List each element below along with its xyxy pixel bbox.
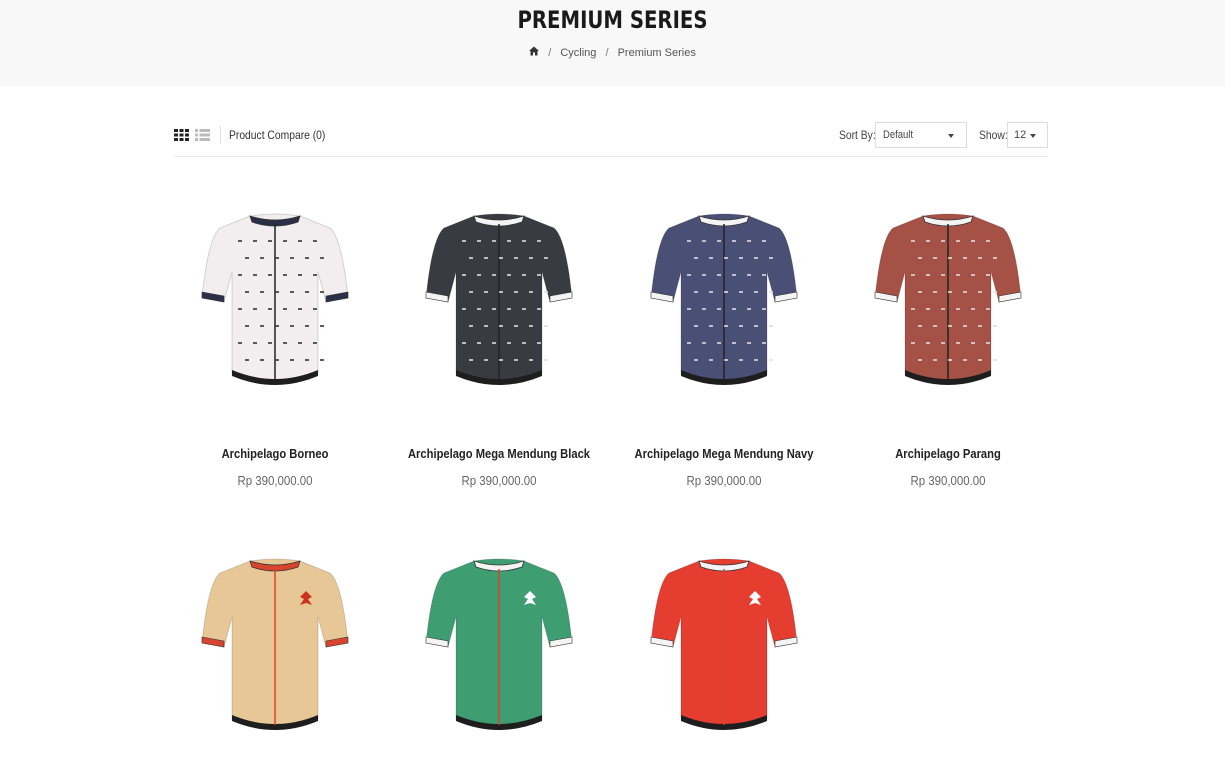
breadcrumb: / Cycling / Premium Series bbox=[0, 46, 1225, 59]
page-header: PREMIUM SERIES / Cycling / Premium Serie… bbox=[0, 0, 1225, 86]
chevron-down-icon bbox=[1030, 134, 1036, 138]
home-icon[interactable] bbox=[529, 46, 540, 59]
product-name[interactable]: Archipelago Mega Mendung Navy bbox=[621, 446, 827, 461]
breadcrumb-current: Premium Series bbox=[617, 46, 696, 59]
breadcrumb-link-cycling[interactable]: Cycling bbox=[560, 47, 596, 59]
product-image[interactable] bbox=[639, 555, 809, 745]
product-name[interactable]: Archipelago Parang bbox=[845, 446, 1051, 461]
page-title: PREMIUM SERIES bbox=[517, 6, 708, 34]
grid-view-icon[interactable] bbox=[174, 129, 189, 141]
product-image[interactable] bbox=[190, 555, 360, 745]
toolbar-divider bbox=[220, 126, 221, 144]
product-image[interactable] bbox=[639, 210, 809, 400]
show-label: Show: bbox=[979, 128, 1008, 142]
sort-label: Sort By: bbox=[839, 128, 876, 142]
product-price: Rp 390,000.00 bbox=[910, 473, 986, 488]
show-select[interactable]: 12 bbox=[1007, 122, 1048, 148]
product-name[interactable]: Archipelago Borneo bbox=[172, 446, 378, 461]
sort-select[interactable]: Default bbox=[875, 122, 967, 148]
sort-select-value: Default bbox=[883, 129, 913, 141]
product-image[interactable] bbox=[863, 210, 1033, 400]
product-name[interactable]: Archipelago Mega Mendung Black bbox=[396, 446, 602, 461]
product-image[interactable] bbox=[414, 555, 584, 745]
product-price: Rp 390,000.00 bbox=[686, 473, 762, 488]
product-image[interactable] bbox=[414, 210, 584, 400]
show-select-value: 12 bbox=[1014, 129, 1027, 141]
product-toolbar: Product Compare (0) Sort By: Default Sho… bbox=[174, 122, 1048, 157]
product-compare-link[interactable]: Product Compare (0) bbox=[229, 128, 325, 142]
list-view-icon[interactable] bbox=[195, 129, 210, 141]
product-price: Rp 390,000.00 bbox=[461, 473, 537, 488]
product-image[interactable] bbox=[190, 210, 360, 400]
chevron-down-icon bbox=[948, 134, 954, 138]
breadcrumb-separator: / bbox=[548, 46, 552, 59]
product-price: Rp 390,000.00 bbox=[237, 473, 313, 488]
breadcrumb-separator: / bbox=[605, 46, 609, 59]
